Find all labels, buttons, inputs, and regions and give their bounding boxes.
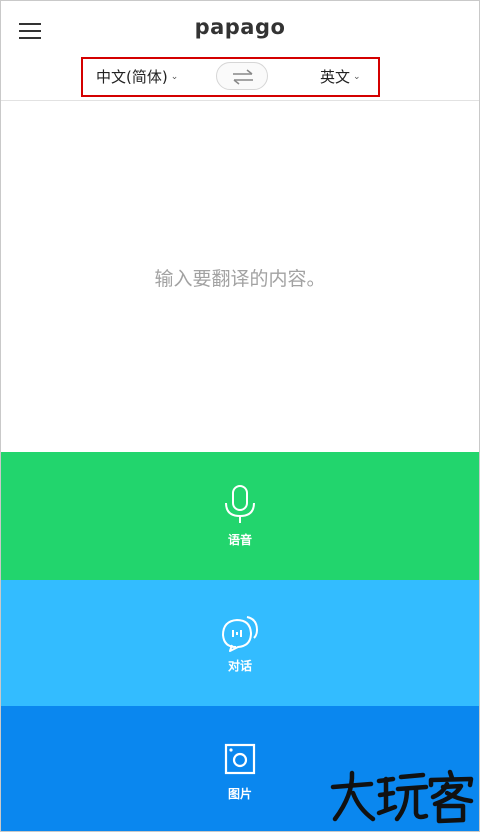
app-header: papago 中文(简体) ⌄ 英文 ⌄ xyxy=(1,1,479,101)
chevron-down-icon: ⌄ xyxy=(170,72,179,82)
source-language-label: 中文(简体) xyxy=(96,68,168,86)
microphone-icon xyxy=(225,485,255,523)
target-language-label: 英文 xyxy=(320,68,351,86)
watermark-logo xyxy=(330,769,474,824)
input-placeholder: 输入要翻译的内容。 xyxy=(154,268,326,290)
language-selector-bar: 中文(简体) ⌄ 英文 ⌄ xyxy=(81,57,380,97)
app-frame: papago 中文(简体) ⌄ 英文 ⌄ 输入要翻译的内容。 语音 对话 图片 xyxy=(0,0,480,832)
chevron-down-icon: ⌄ xyxy=(353,72,361,82)
source-language-select[interactable]: 中文(简体) ⌄ xyxy=(96,66,178,87)
swap-languages-button[interactable] xyxy=(216,62,268,90)
swap-arrows-icon xyxy=(233,69,253,85)
target-language-select[interactable]: 英文 ⌄ xyxy=(320,66,361,87)
app-logo: papago xyxy=(194,15,286,39)
voice-label: 语音 xyxy=(227,533,252,547)
voice-translate-button[interactable]: 语音 xyxy=(1,452,479,580)
conversation-translate-button[interactable]: 对话 xyxy=(1,580,479,706)
conversation-label: 对话 xyxy=(227,659,252,673)
translation-input-area[interactable]: 输入要翻译的内容。 xyxy=(1,101,479,452)
conversation-bubble-icon xyxy=(222,616,259,652)
camera-frame-icon xyxy=(224,743,256,775)
